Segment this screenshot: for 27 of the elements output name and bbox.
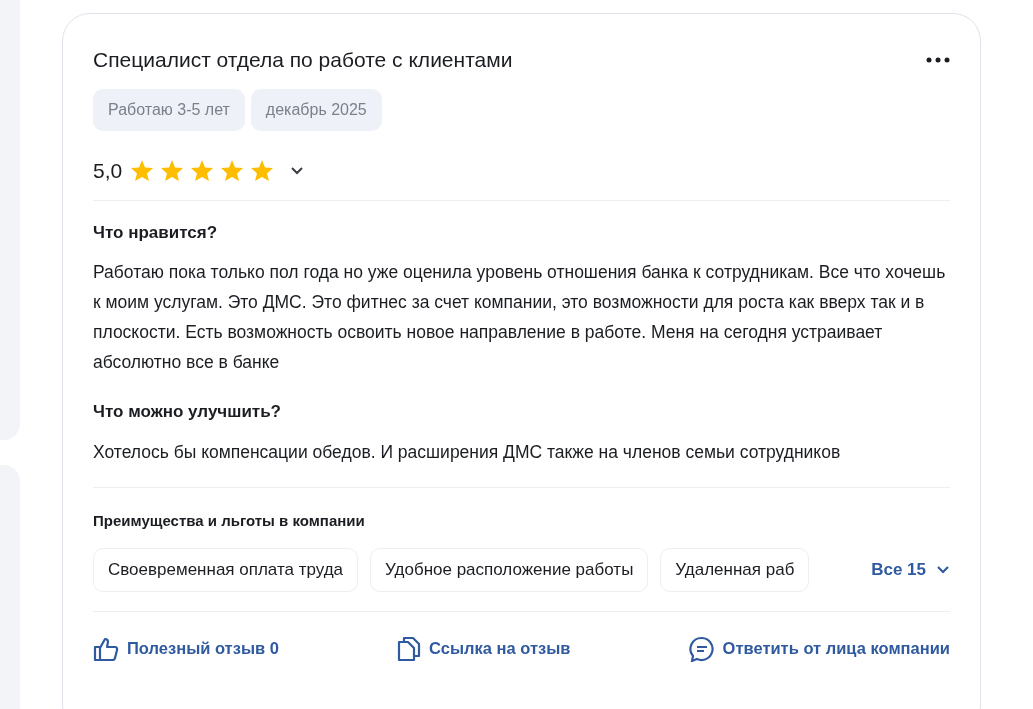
section-heading: Что нравится? bbox=[93, 221, 219, 244]
reply-button[interactable]: Ответить от лица компании bbox=[688, 635, 950, 662]
benefit-tag: Удобное расположение работы bbox=[370, 548, 649, 592]
star-icon bbox=[220, 159, 245, 183]
link-button[interactable]: Ссылка на отзыв bbox=[397, 635, 571, 662]
more-icon bbox=[926, 57, 950, 63]
section-heading: Что можно улучшить? bbox=[93, 401, 282, 423]
review-text: Хотелось бы компенсации обедов. И расширения ДМС также на членов семьи сотрудников bbox=[93, 440, 842, 464]
info-tag: декабрь 2025 bbox=[250, 89, 382, 131]
benefit-tag: Своевременная оплата труда bbox=[93, 548, 359, 592]
benefits-heading: Преимущества и льготы в компании bbox=[93, 510, 366, 531]
chevron-down-icon bbox=[290, 166, 305, 176]
chevron-down-icon bbox=[936, 565, 950, 575]
star-icon bbox=[130, 159, 155, 183]
copy-icon bbox=[397, 635, 422, 662]
review-text: Работаю пока только пол года но уже оценила уровень отношения банка к сотрудникам. Все что хочешь к моим услугам. Это ДМС. Это фитнес за счет компании, это возможности для роста как вверх так и в плоскости. Есть возможность освоить новое направление в работе. Меня на сегодня устраивает абсолютно все в банке bbox=[93, 261, 947, 374]
star-icon bbox=[160, 159, 185, 183]
info-tag: Работаю 3-5 лет bbox=[93, 89, 245, 131]
benefit-tag: Удаленная раб bbox=[660, 548, 810, 592]
chat-icon bbox=[688, 635, 715, 662]
thumbs-up-icon bbox=[93, 635, 119, 662]
review-title: Специалист отдела по работе с клиентами bbox=[93, 47, 513, 73]
like-button[interactable]: Полезный отзыв 0 bbox=[93, 635, 279, 662]
star-icon bbox=[250, 159, 275, 183]
show-all-button[interactable]: Все 15 bbox=[871, 557, 950, 583]
rating-value: 5,0 bbox=[93, 158, 123, 184]
star-icon bbox=[190, 159, 215, 183]
